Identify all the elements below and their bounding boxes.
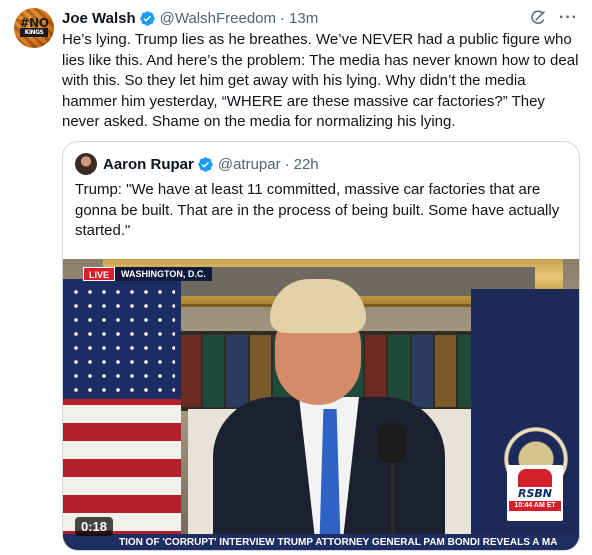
- header-separator: ·: [280, 9, 286, 27]
- tweet-header: Joe Walsh @WalshFreedom · 13m: [62, 8, 318, 28]
- author-avatar[interactable]: #NO KINGS: [14, 8, 54, 48]
- tweet-timestamp[interactable]: 13m: [289, 10, 318, 27]
- quoted-tweet-card[interactable]: Aaron Rupar @atrupar · 22h Trump: "We ha…: [62, 141, 580, 551]
- verified-badge-icon: [198, 156, 213, 172]
- microphone-icon: [377, 423, 407, 463]
- video-us-flag: [63, 279, 181, 550]
- quoted-author-avatar[interactable]: [75, 153, 97, 175]
- more-icon[interactable]: ···: [559, 10, 578, 26]
- quoted-header-separator: ·: [284, 155, 290, 173]
- author-display-name[interactable]: Joe Walsh: [62, 10, 136, 27]
- rsbn-logo-time: 10:44 AM ET: [509, 501, 561, 511]
- rsbn-logo: RSBN 10:44 AM ET: [507, 465, 563, 521]
- quoted-tweet-timestamp[interactable]: 22h: [294, 156, 319, 173]
- ticker-text: TION OF 'CORRUPT' INTERVIEW TRUMP ATTORN…: [119, 537, 558, 548]
- avatar-logo-top-text: #NO: [19, 16, 49, 30]
- avatar-logo: #NO KINGS: [19, 16, 49, 37]
- tweet-text: He’s lying. Trump lies as he breathes. W…: [62, 31, 579, 131]
- live-badge: LIVE: [83, 267, 116, 281]
- video-speaker: [213, 279, 493, 550]
- quoted-author-handle[interactable]: @atrupar: [218, 156, 281, 173]
- author-handle[interactable]: @WalshFreedom: [160, 10, 276, 27]
- video-news-ticker: TION OF 'CORRUPT' INTERVIEW TRUMP ATTORN…: [63, 534, 579, 550]
- video-live-banner: LIVE WASHINGTON, D.C.: [83, 267, 212, 281]
- rsbn-emblem-icon: [518, 469, 552, 487]
- video-duration: 0:18: [75, 517, 114, 536]
- quoted-author-display-name[interactable]: Aaron Rupar: [103, 156, 194, 173]
- quoted-tweet-text: Trump: "We have at least 11 committed, m…: [75, 181, 560, 239]
- verified-badge-icon: [139, 10, 155, 26]
- rsbn-logo-name: RSBN: [518, 487, 552, 500]
- video-location-label: WASHINGTON, D.C.: [115, 267, 212, 281]
- quoted-tweet-header: Aaron Rupar @atrupar · 22h: [75, 153, 319, 175]
- tweet-actions-top: ···: [529, 9, 578, 27]
- grok-icon[interactable]: [529, 9, 547, 27]
- video-player[interactable]: LIVE WASHINGTON, D.C. RSBN 10:44 AM ET T…: [63, 259, 579, 550]
